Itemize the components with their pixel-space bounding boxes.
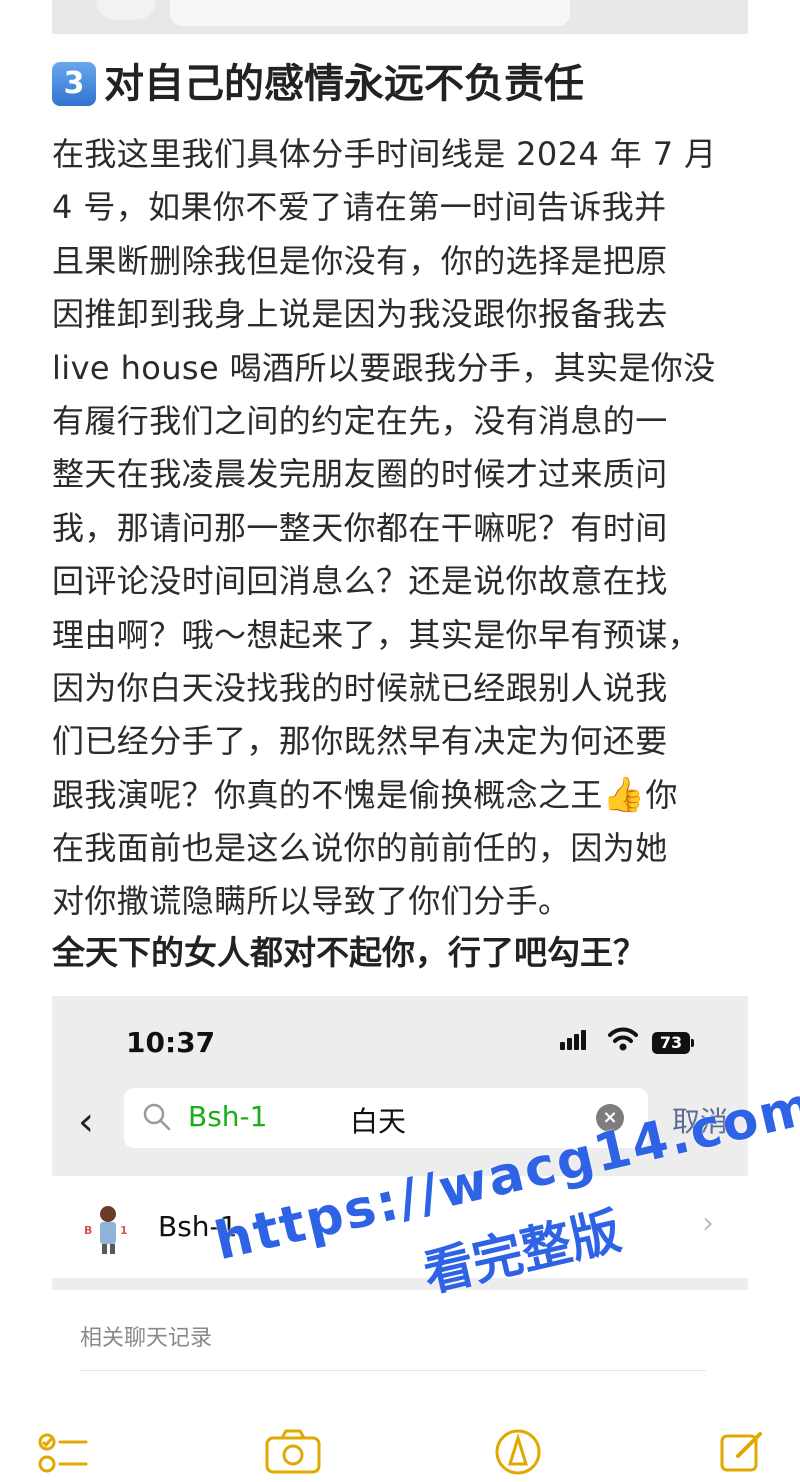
- search-query-text: 白天: [350, 1105, 407, 1138]
- body-line: 且果断删除我但是你没有，你的选择是把原: [52, 241, 668, 280]
- markup-icon[interactable]: [494, 1428, 542, 1476]
- svg-text:B: B: [84, 1224, 92, 1237]
- previous-image-edge: [52, 0, 748, 34]
- body-line: 因推卸到我身上说是因为我没跟你报备我去: [52, 295, 668, 334]
- section-divider: [52, 1278, 748, 1290]
- body-line: live house 喝酒所以要跟我分手，其实是你没: [52, 348, 716, 387]
- clear-icon[interactable]: ×: [596, 1104, 624, 1132]
- list-divider: [80, 1370, 706, 1371]
- number-3-badge-icon: 3: [52, 62, 96, 106]
- bold-conclusion: 全天下的女人都对不起你，行了吧勾王？: [52, 933, 646, 972]
- body-line: 们已经分手了，那你既然早有决定为何还要: [52, 722, 668, 761]
- notes-toolbar: [0, 1410, 800, 1482]
- status-time: 10:37: [126, 1026, 216, 1059]
- search-icon: [143, 1103, 171, 1131]
- search-query-highlight: Bsh-1: [188, 1100, 268, 1133]
- body-line: 有履行我们之间的约定在先，没有消息的一: [52, 401, 668, 440]
- cellular-signal-icon: [560, 1030, 588, 1050]
- body-line: 我，那请问那一整天你都在干嘛呢？有时间: [52, 508, 668, 547]
- body-text-part: 你: [645, 775, 678, 814]
- thumbs-up-icon: 👍: [602, 774, 646, 815]
- body-line: 因为你白天没找我的时候就已经跟别人说我: [52, 668, 668, 707]
- body-line: 在我面前也是这么说你的前前任的，因为她: [52, 829, 668, 868]
- body-text-part: 跟我演呢？你真的不愧是偷换概念之王: [52, 775, 603, 814]
- camera-icon[interactable]: [264, 1428, 322, 1476]
- svg-text:1: 1: [120, 1224, 128, 1237]
- body-line-with-emoji: 跟我演呢？你真的不愧是偷换概念之王👍你: [52, 769, 752, 822]
- body-line: 回评论没时间回消息么？还是说你故意在找: [52, 562, 668, 601]
- embedded-screenshot: 10:37 73 ‹ Bsh-1 白天 × 取消 B 1 Bsh-1 › 相关聊…: [52, 996, 748, 1396]
- battery-icon: 73: [652, 1032, 694, 1054]
- previous-image-bar: [170, 0, 570, 26]
- search-bar-row: ‹ Bsh-1 白天 × 取消: [52, 1080, 748, 1176]
- note-body[interactable]: 在我这里我们具体分手时间线是 2024 年 7 月 4 号，如果你不爱了请在第一…: [52, 128, 752, 929]
- contact-name: Bsh-1: [158, 1210, 238, 1243]
- cancel-button[interactable]: 取消: [672, 1100, 728, 1140]
- compose-icon[interactable]: [718, 1428, 766, 1476]
- avatar: B 1: [80, 1200, 136, 1256]
- body-line: 4 号，如果你不爱了请在第一时间告诉我并: [52, 188, 667, 227]
- contact-result-row[interactable]: B 1 Bsh-1 ›: [52, 1180, 748, 1276]
- wifi-icon: [608, 1027, 638, 1051]
- section-heading: 3 对自己的感情永远不负责任: [52, 56, 752, 112]
- body-line: 整天在我凌晨发完朋友圈的时候才过来质问: [52, 455, 668, 494]
- body-line: 对你撒谎隐瞒所以导致了你们分手。: [52, 882, 571, 921]
- body-line: 理由啊？哦～想起来了，其实是你早有预谋，: [52, 615, 701, 654]
- chevron-right-icon: ›: [702, 1206, 714, 1241]
- search-input[interactable]: Bsh-1 白天 ×: [124, 1088, 648, 1148]
- related-chats-label: 相关聊天记录: [80, 1326, 213, 1351]
- heading-title: 对自己的感情永远不负责任: [104, 61, 584, 107]
- checklist-icon[interactable]: [36, 1428, 90, 1476]
- body-line: 在我这里我们具体分手时间线是 2024 年 7 月: [52, 135, 717, 173]
- previous-image-shape: [96, 0, 156, 20]
- back-chevron-icon[interactable]: ‹: [78, 1100, 94, 1144]
- status-bar: 10:37 73: [52, 996, 748, 1080]
